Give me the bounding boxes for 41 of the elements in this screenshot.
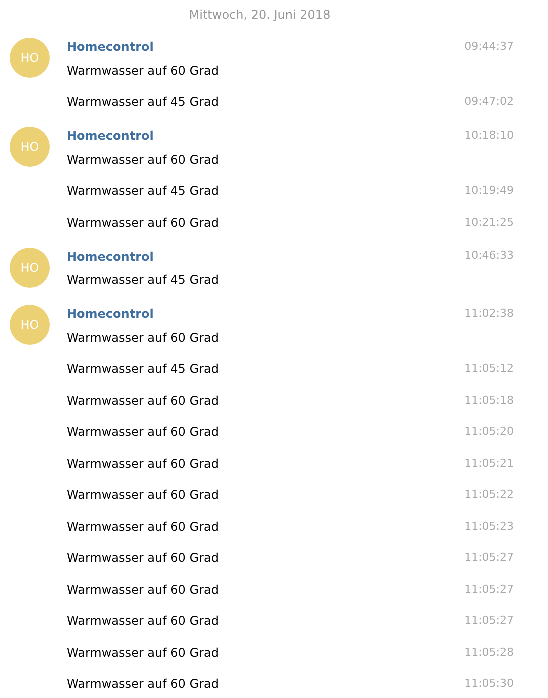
message-time: 09:47:02 [464, 94, 514, 110]
message-time: 10:19:49 [464, 183, 514, 199]
message-time: 11:05:28 [464, 644, 514, 660]
sender-name[interactable]: Homecontrol [67, 305, 154, 323]
message-text: Warmwasser auf 60 Grad [67, 214, 219, 232]
message-text: Warmwasser auf 60 Grad [67, 330, 219, 347]
sender-name[interactable]: Homecontrol [67, 38, 154, 56]
message-text: Warmwasser auf 45 Grad [67, 94, 219, 112]
sender-name[interactable]: Homecontrol [67, 127, 154, 145]
message-text: Warmwasser auf 45 Grad [67, 361, 219, 378]
message-text: Warmwasser auf 60 Grad [67, 518, 219, 536]
message-text: Warmwasser auf 60 Grad [67, 550, 219, 568]
message-text: Warmwasser auf 60 Grad [67, 613, 219, 630]
message-text: Warmwasser auf 60 Grad [67, 152, 219, 169]
message-time: 11:05:12 [464, 361, 514, 377]
message-text: Warmwasser auf 60 Grad [67, 392, 219, 410]
sender-name[interactable]: Homecontrol [67, 248, 154, 266]
message-time: 11:05:27 [464, 550, 514, 566]
message-text: Warmwasser auf 60 Grad [67, 644, 219, 662]
message-time: 10:21:25 [464, 214, 514, 230]
message-time: 09:44:37 [464, 38, 514, 55]
message-time: 11:05:27 [464, 613, 514, 629]
message-time: 11:05:22 [464, 487, 514, 503]
message-time: 10:18:10 [464, 128, 514, 144]
message-text: Warmwasser auf 60 Grad [67, 62, 219, 80]
message-time: 11:05:23 [464, 518, 514, 534]
message-text: Warmwasser auf 60 Grad [67, 487, 219, 504]
message-text: Warmwasser auf 60 Grad [67, 424, 219, 442]
message-time: 11:05:27 [464, 582, 514, 598]
message-time: 10:46:33 [464, 248, 514, 264]
message-time: 11:05:18 [464, 392, 514, 408]
date-separator: Mittwoch, 20. Juni 2018 [189, 6, 331, 24]
message-text: Warmwasser auf 60 Grad [67, 456, 219, 473]
message-text: Warmwasser auf 45 Grad [67, 272, 219, 290]
message-time: 11:05:30 [464, 676, 514, 692]
message-text: Warmwasser auf 60 Grad [67, 676, 219, 694]
message-time: 11:05:21 [464, 456, 514, 472]
message-time: 11:05:20 [464, 424, 514, 440]
message-text: Warmwasser auf 45 Grad [67, 183, 219, 200]
message-text: Warmwasser auf 60 Grad [67, 582, 219, 599]
message-time: 11:02:38 [464, 306, 514, 322]
